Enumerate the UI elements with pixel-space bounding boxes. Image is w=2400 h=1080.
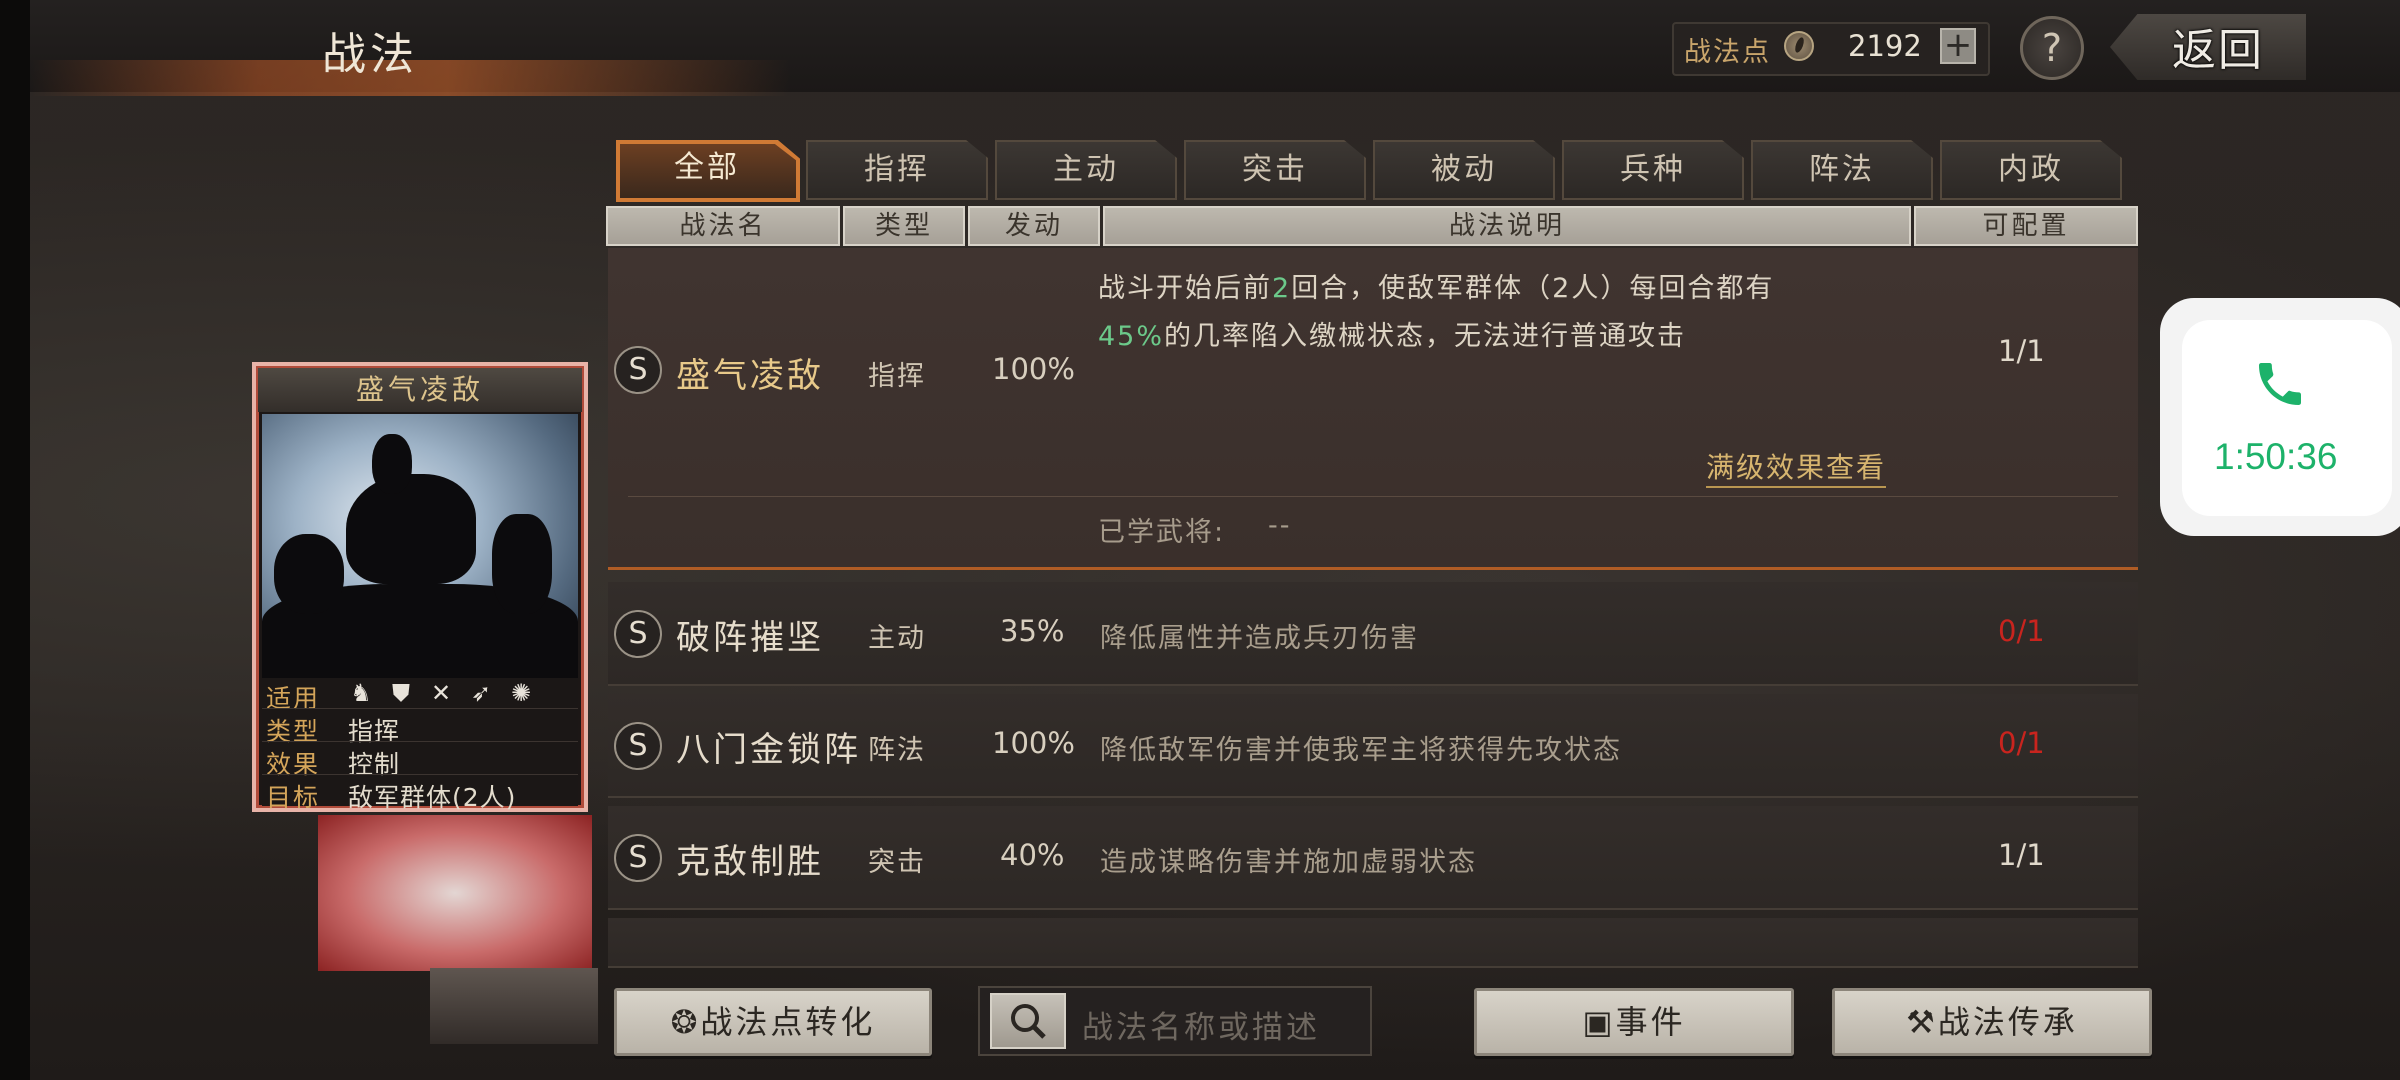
rider-silhouette xyxy=(372,434,412,494)
card-apply-label: 适用 xyxy=(266,684,321,713)
spear-icon: ➶ xyxy=(470,679,492,707)
inherit-button[interactable]: ⚒战法传承 xyxy=(1832,988,2152,1056)
tactic-points-icon xyxy=(1784,31,1814,61)
skill-row[interactable]: S 破阵摧坚 主动 35% 降低属性并造成兵刃伤害 0/1 xyxy=(608,582,2138,686)
tab-all[interactable]: 全部 xyxy=(616,140,798,200)
card-stack-art xyxy=(430,968,598,1044)
card-divider xyxy=(262,774,578,775)
tab-active[interactable]: 主动 xyxy=(995,140,1177,200)
search-input[interactable]: 战法名称或描述 xyxy=(1082,1002,1320,1047)
column-header-name[interactable]: 战法名 xyxy=(606,206,840,246)
skill-rate: 40% xyxy=(1000,838,1065,872)
skill-description-line-1: 战斗开始后前2回合，使敌军群体（2人）每回合都有 xyxy=(1098,273,1775,304)
full-effect-link[interactable]: 满级效果查看 xyxy=(1706,446,1887,488)
s-rank-badge: S xyxy=(614,722,662,770)
skill-row[interactable]: S 克敌制胜 突击 40% 造成谋略伤害并施加虚弱状态 1/1 xyxy=(608,806,2138,910)
s-rank-badge: S xyxy=(614,610,662,658)
card-divider xyxy=(262,741,578,742)
call-duration: 1:50:36 xyxy=(2214,436,2338,477)
phone-icon xyxy=(2259,363,2301,405)
hammer-icon: ⚒ xyxy=(1906,1003,1938,1041)
skill-config: 1/1 xyxy=(1998,838,2045,872)
card-effect-value: 控制 xyxy=(348,750,401,779)
tab-assault[interactable]: 突击 xyxy=(1184,140,1366,200)
card-stack-art xyxy=(318,815,592,971)
column-header-type[interactable]: 类型 xyxy=(843,206,965,246)
skill-rate: 100% xyxy=(992,726,1075,760)
card-type-label: 类型 xyxy=(266,717,321,746)
skill-name: 克敌制胜 xyxy=(676,842,824,882)
convert-points-label: 战法点转化 xyxy=(700,1003,876,1041)
cavalry-icon: ♞ xyxy=(350,679,372,707)
card-type-value: 指挥 xyxy=(348,717,401,746)
card-target-value: 敌军群体(2人) xyxy=(348,783,517,812)
learned-generals-value: -- xyxy=(1268,510,1292,541)
skill-type: 突击 xyxy=(868,847,926,878)
skill-description: 降低属性并造成兵刃伤害 xyxy=(1100,623,1419,654)
tactic-points-label: 战法点 xyxy=(1684,37,1771,68)
add-points-button[interactable]: + xyxy=(1940,28,1976,64)
siege-icon: ✺ xyxy=(510,679,532,707)
search-icon xyxy=(1011,1004,1046,1039)
tab-command[interactable]: 指挥 xyxy=(806,140,988,200)
skill-card-art xyxy=(262,414,578,678)
shield-icon: ⛊ xyxy=(392,679,410,707)
s-rank-badge: S xyxy=(614,834,662,882)
skill-row-partial[interactable] xyxy=(608,918,2138,968)
skill-name: 八门金锁阵 xyxy=(676,730,861,770)
skill-type: 指挥 xyxy=(868,361,926,392)
skill-config: 0/1 xyxy=(1998,726,2045,760)
card-effect-label: 效果 xyxy=(266,750,321,779)
s-rank-badge: S xyxy=(614,346,662,394)
card-divider xyxy=(262,708,578,709)
skill-rate: 35% xyxy=(1000,614,1065,648)
page-title: 战法 xyxy=(322,29,418,80)
tab-internal[interactable]: 内政 xyxy=(1940,140,2122,200)
soldier-silhouette xyxy=(274,534,344,614)
flame-icon: ❂ xyxy=(670,1003,701,1041)
tab-passive[interactable]: 被动 xyxy=(1373,140,1555,200)
skill-description: 造成谋略伤害并施加虚弱状态 xyxy=(1100,847,1477,878)
events-label: 事件 xyxy=(1615,1003,1686,1041)
skill-card-title: 盛气凌敌 xyxy=(258,368,582,412)
convert-points-button[interactable]: ❂战法点转化 xyxy=(614,988,932,1056)
search-button[interactable] xyxy=(990,993,1066,1049)
bow-icon: ✕ xyxy=(430,679,452,707)
skill-row-selected[interactable]: S 盛气凌敌 指挥 100% 战斗开始后前2回合，使敌军群体（2人）每回合都有 … xyxy=(608,248,2138,570)
call-widget-panel[interactable] xyxy=(2182,320,2392,516)
events-button[interactable]: ▣事件 xyxy=(1474,988,1794,1056)
learned-generals-label: 已学武将: xyxy=(1098,517,1226,548)
skill-name: 破阵摧坚 xyxy=(676,618,824,658)
column-header-rate[interactable]: 发动 xyxy=(968,206,1100,246)
tab-formation[interactable]: 阵法 xyxy=(1751,140,1933,200)
skill-rate: 100% xyxy=(992,352,1075,386)
horse-rider-silhouette xyxy=(346,474,476,584)
column-header-config[interactable]: 可配置 xyxy=(1914,206,2138,246)
column-header-description: 战法说明 xyxy=(1103,206,1911,246)
help-button[interactable]: ? xyxy=(2020,16,2084,80)
scroll-icon: ▣ xyxy=(1582,1003,1616,1041)
back-button-label[interactable]: 返回 xyxy=(2172,14,2264,78)
card-target-label: 目标 xyxy=(266,783,321,812)
skill-name: 盛气凌敌 xyxy=(676,356,824,396)
skill-config: 1/1 xyxy=(1998,334,2045,368)
skill-row[interactable]: S 八门金锁阵 阵法 100% 降低敌军伤害并使我军主将获得先攻状态 0/1 xyxy=(608,694,2138,798)
skill-description-line-2: 45%的几率陷入缴械状态，无法进行普通攻击 xyxy=(1098,321,1687,352)
skill-type: 主动 xyxy=(868,623,926,654)
soldier-silhouette xyxy=(492,514,552,614)
skill-type: 阵法 xyxy=(868,735,926,766)
skill-list[interactable]: S 盛气凌敌 指挥 100% 战斗开始后前2回合，使敌军群体（2人）每回合都有 … xyxy=(608,248,2138,968)
skill-config: 0/1 xyxy=(1998,614,2045,648)
skill-description: 降低敌军伤害并使我军主将获得先攻状态 xyxy=(1100,735,1622,766)
tab-troop[interactable]: 兵种 xyxy=(1562,140,1744,200)
tactic-points-value: 2192 xyxy=(1848,29,1922,63)
row-divider xyxy=(628,496,2118,497)
inherit-label: 战法传承 xyxy=(1937,1003,2078,1041)
screen-edge xyxy=(0,0,30,1080)
